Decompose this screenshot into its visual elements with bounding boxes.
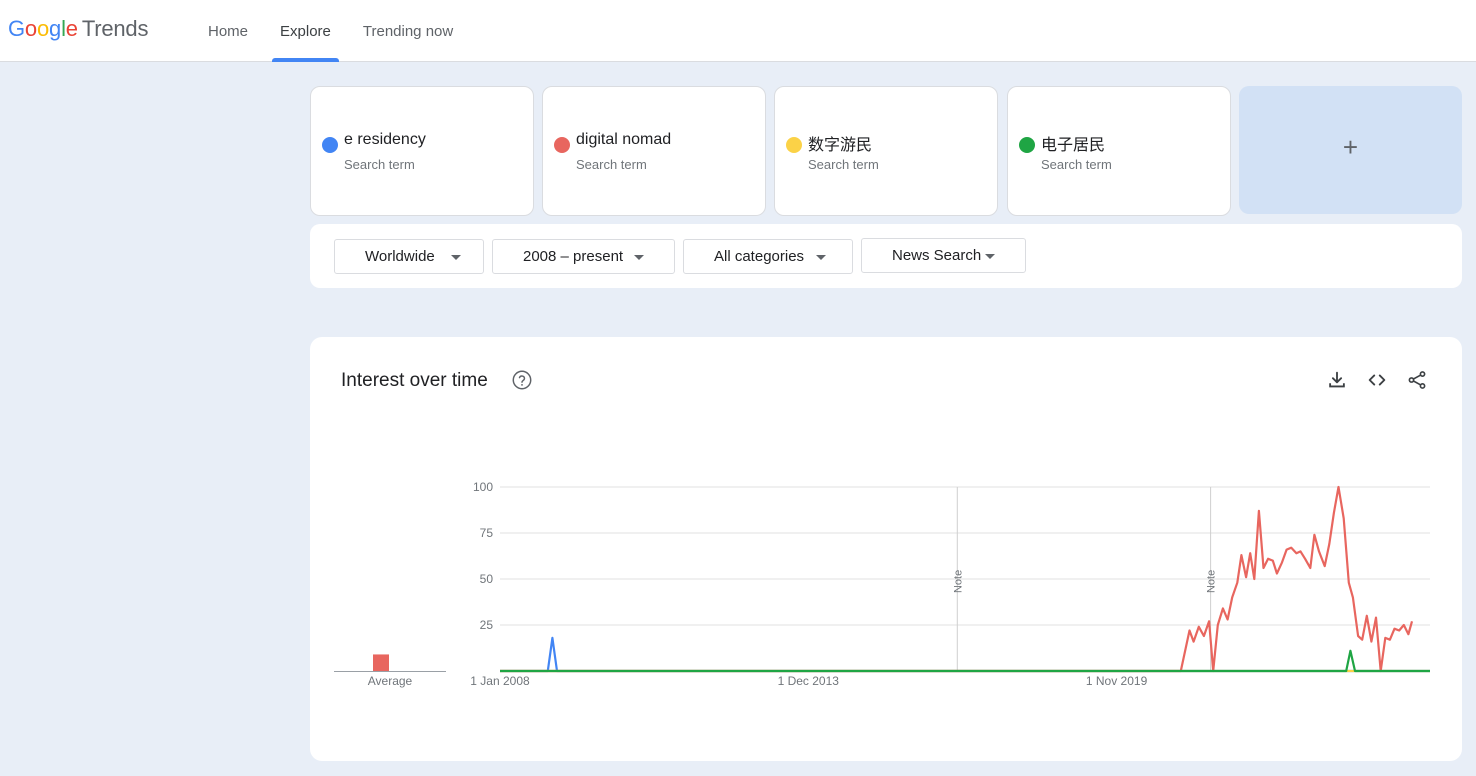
average-bar: [373, 654, 389, 671]
google-trends-logo[interactable]: Google Trends: [8, 16, 148, 42]
caret-down-icon: [451, 255, 461, 260]
add-comparison-button[interactable]: +: [1239, 86, 1462, 214]
interest-line-chart: 25 50 75 100 1 Jan 2008 1 Dec 2013 1 Nov 2019 N…: [334, 480, 1430, 688]
series-color-dot: [322, 137, 338, 153]
interest-over-time-card: Interest over time 25 50 75 100 1 Jan 2008 1 …: [310, 337, 1462, 761]
logo-suffix: Trends: [81, 16, 149, 41]
time-range-value: 2008 – present: [523, 248, 624, 265]
average-label: Average: [368, 674, 413, 688]
x-tick-label: 1 Nov 2019: [1086, 674, 1148, 688]
caret-down-icon: [985, 254, 995, 259]
filter-bar: Worldwide 2008 – present All categories …: [310, 224, 1462, 288]
y-tick-label: 50: [480, 572, 494, 586]
nav-trending-now[interactable]: Trending now: [355, 0, 461, 62]
term-name: digital nomad: [576, 131, 672, 148]
x-tick-label: 1 Dec 2013: [778, 674, 840, 688]
term-card-digital-nomad[interactable]: digital nomad Search term: [542, 86, 766, 216]
note-label: Note: [1206, 570, 1218, 593]
y-tick-label: 25: [480, 618, 494, 632]
term-name: 电子居民: [1041, 137, 1106, 154]
series-line-电子居民: [500, 649, 1430, 673]
logo-letter: o: [36, 16, 50, 41]
region-dropdown[interactable]: Worldwide: [334, 239, 484, 274]
nav-home[interactable]: Home: [200, 0, 256, 62]
term-type: Search term: [1041, 157, 1112, 172]
term-type: Search term: [576, 157, 647, 172]
caret-down-icon: [634, 255, 644, 260]
compare-band: e residency Search term digital nomad Se…: [0, 62, 1476, 312]
series-color-dot: [786, 137, 802, 153]
category-dropdown[interactable]: All categories: [683, 239, 853, 274]
category-value: All categories: [714, 248, 805, 265]
logo-letter: G: [8, 16, 25, 41]
main-nav: Home Explore Trending now: [200, 0, 477, 62]
note-label: Note: [952, 570, 964, 593]
x-tick-label: 1 Jan 2008: [470, 674, 530, 688]
search-property-dropdown[interactable]: News Search: [861, 238, 1026, 273]
term-type: Search term: [344, 157, 415, 172]
search-property-value: News Search: [892, 247, 982, 264]
caret-down-icon: [816, 255, 826, 260]
logo-letter: g: [49, 16, 62, 41]
term-card-e-residency[interactable]: e residency Search term: [310, 86, 534, 216]
term-name: e residency: [344, 131, 426, 148]
region-value: Worldwide: [365, 248, 435, 265]
term-name: 数字游民: [808, 137, 873, 154]
y-tick-label: 100: [473, 480, 493, 494]
term-card-dianzi-jumin[interactable]: 电子居民 Search term: [1007, 86, 1231, 216]
series-line-e-residency: [500, 636, 1430, 673]
logo-letter: e: [65, 16, 78, 41]
nav-explore[interactable]: Explore: [272, 0, 339, 62]
plus-icon: +: [1342, 132, 1359, 162]
series-color-dot: [554, 137, 570, 153]
term-card-shuzi-youmin[interactable]: 数字游民 Search term: [774, 86, 998, 216]
time-range-dropdown[interactable]: 2008 – present: [492, 239, 675, 274]
term-type: Search term: [808, 157, 879, 172]
top-bar: Google Trends Home Explore Trending now: [0, 0, 1476, 62]
series-color-dot: [1019, 137, 1035, 153]
logo-letter: o: [24, 16, 37, 41]
y-tick-label: 75: [480, 526, 494, 540]
